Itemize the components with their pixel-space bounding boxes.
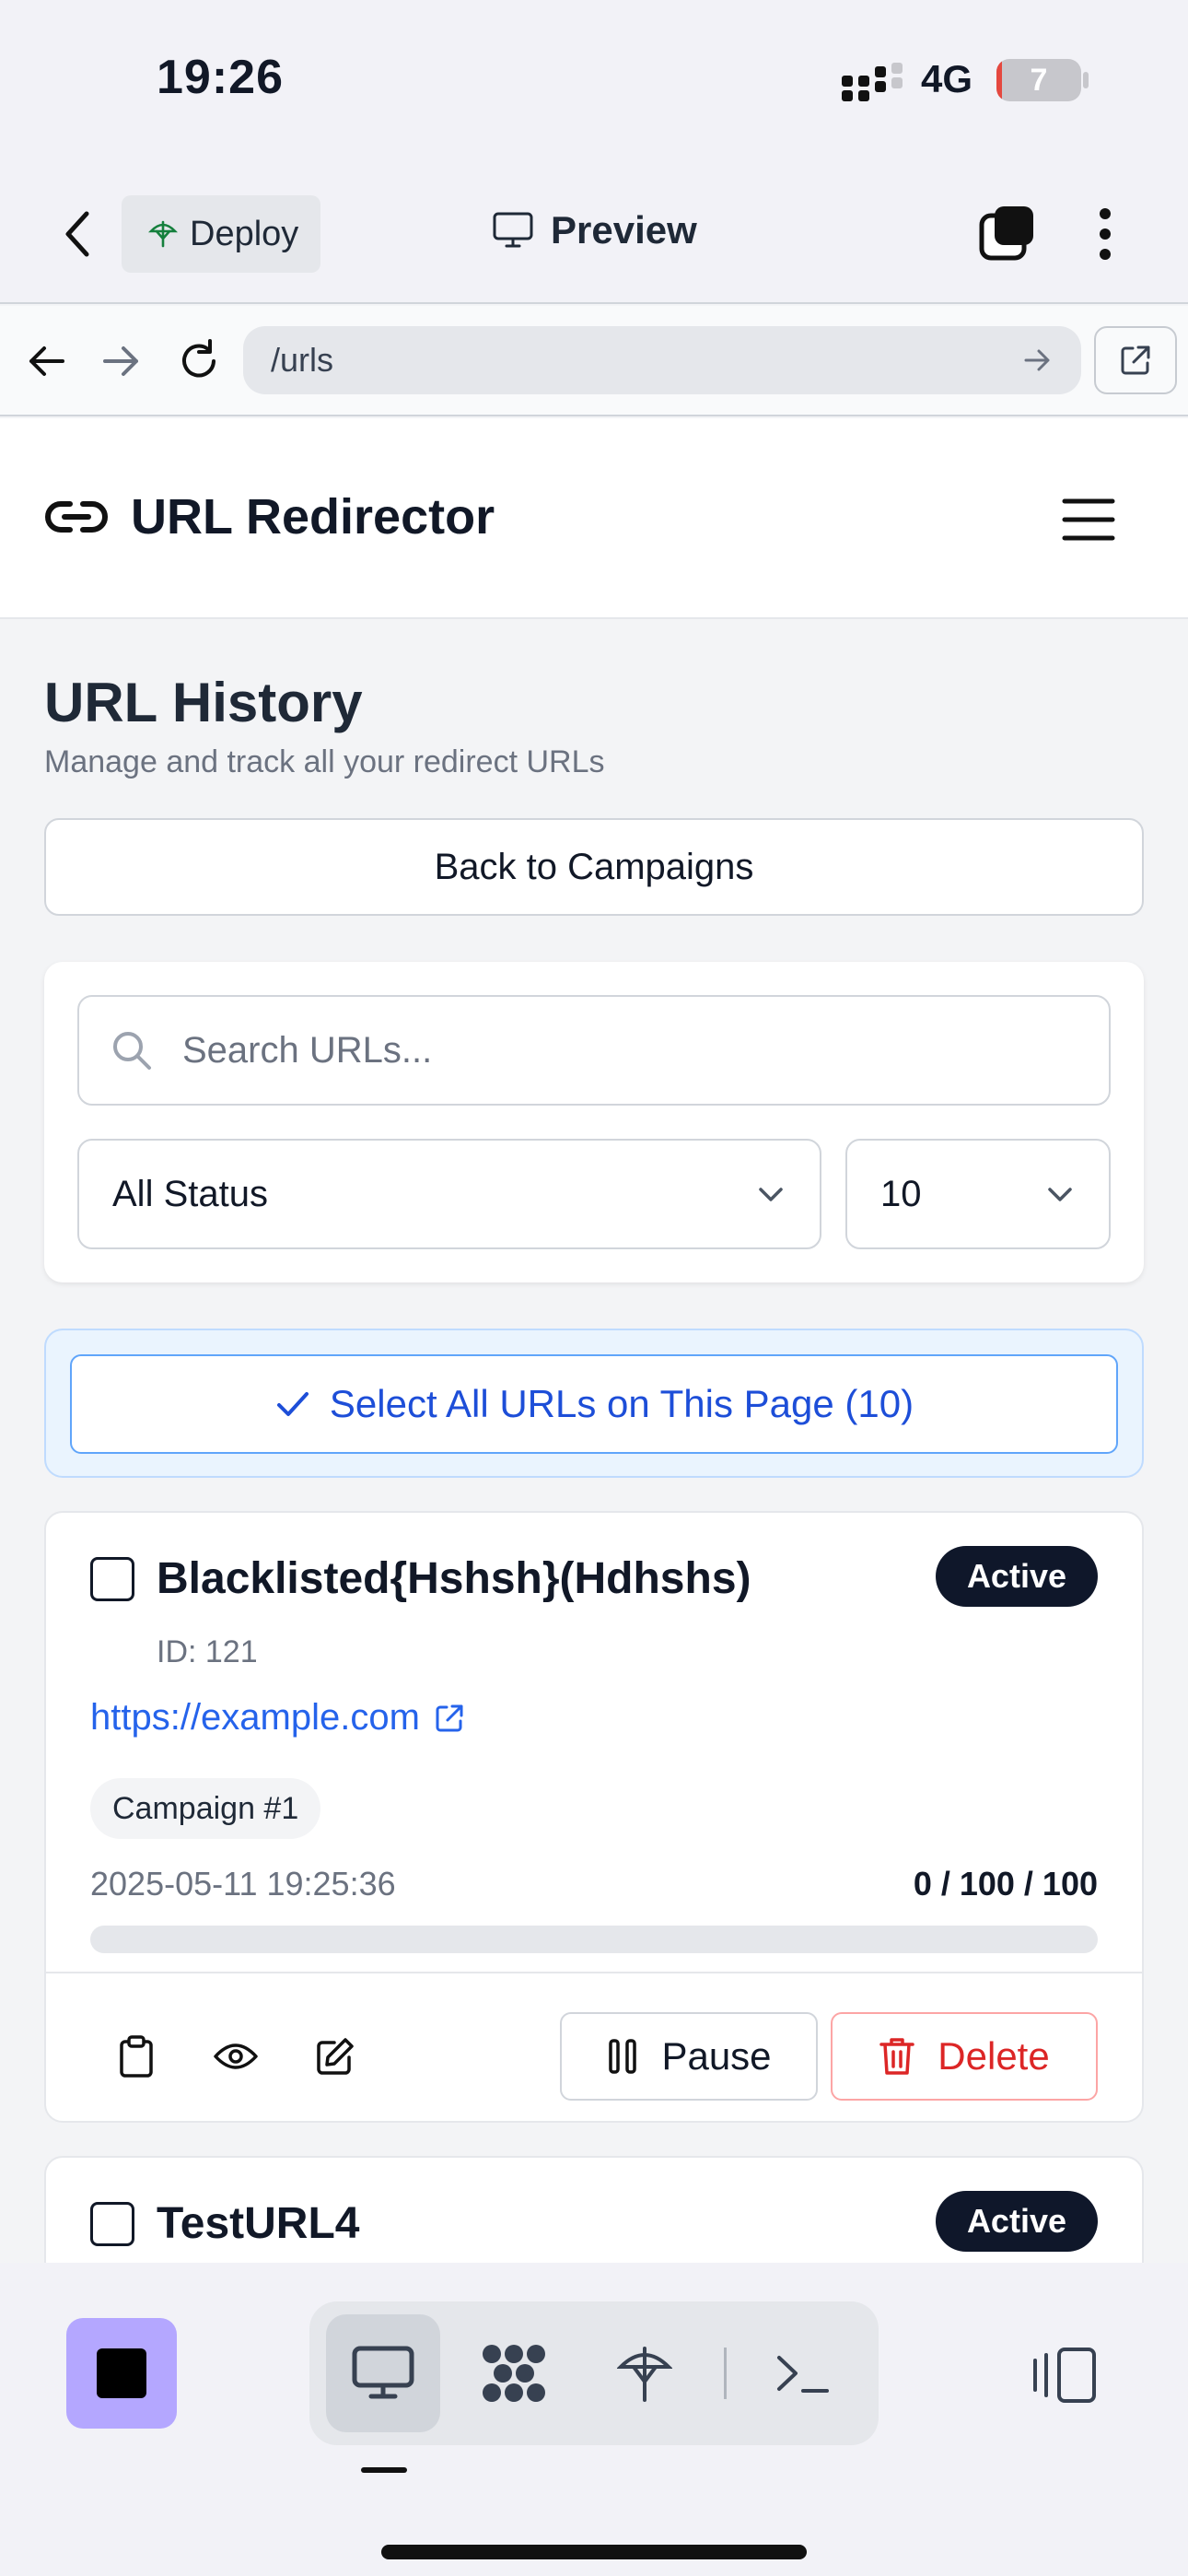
preview-title: Preview: [492, 208, 697, 252]
page-title: URL History: [44, 672, 363, 733]
search-placeholder: Search URLs...: [182, 1029, 433, 1071]
brand-name: URL Redirector: [131, 489, 495, 544]
view-button[interactable]: [208, 2029, 263, 2084]
stop-button[interactable]: [66, 2318, 177, 2429]
page-subtitle: Manage and track all your redirect URLs: [44, 744, 605, 779]
deploy-tab[interactable]: [588, 2314, 702, 2432]
preview-label: Preview: [551, 208, 697, 252]
search-icon: [113, 1032, 151, 1070]
clipboard-icon: [120, 2035, 153, 2078]
pause-button[interactable]: Pause: [560, 2012, 818, 2101]
home-indicator: [381, 2545, 807, 2559]
deploy-button[interactable]: Deploy: [122, 195, 320, 273]
chevron-down-icon: [1048, 1188, 1072, 1201]
terminal-icon: [777, 2356, 829, 2393]
link-icon: [45, 501, 108, 533]
deploy-icon: [617, 2347, 672, 2402]
chevron-down-icon: [759, 1188, 783, 1201]
url-id: ID: 121: [157, 1634, 258, 1669]
pause-icon: [609, 2039, 637, 2074]
battery-cap: [1083, 72, 1089, 88]
card-divider: [46, 1972, 1142, 1973]
tabs-icon[interactable]: [978, 205, 1037, 263]
url-card: Blacklisted{Hshsh}(Hdhshs) Active ID: 12…: [44, 1511, 1144, 2123]
terminal-tab[interactable]: [746, 2314, 860, 2432]
deploy-label: Deploy: [190, 214, 299, 253]
edit-icon: [317, 2038, 354, 2075]
filter-card: Search URLs... All Status 10: [44, 962, 1144, 1282]
brand[interactable]: URL Redirector: [44, 488, 495, 545]
battery-percent: 7: [1030, 62, 1048, 98]
back-chevron-icon[interactable]: [57, 206, 98, 262]
battery-icon: 7: [996, 59, 1081, 101]
monitor-icon: [352, 2346, 414, 2399]
arrow-left-icon[interactable]: [18, 334, 74, 389]
go-arrow-icon[interactable]: [1020, 344, 1054, 377]
eye-icon: [214, 2043, 258, 2069]
desktop-view-tab[interactable]: [326, 2314, 440, 2432]
created-date: 2025-05-11 19:25:36: [90, 1865, 396, 1903]
delete-label: Delete: [938, 2034, 1050, 2078]
bottom-toolbar: [0, 2263, 1188, 2576]
status-select[interactable]: All Status: [77, 1139, 821, 1249]
trash-icon: [879, 2038, 915, 2075]
check-icon: [276, 1392, 309, 1416]
url-checkbox[interactable]: [90, 1557, 134, 1601]
monitor-icon: [493, 212, 533, 248]
copy-button[interactable]: [109, 2029, 164, 2084]
click-counts: 0 / 100 / 100: [913, 1865, 1098, 1903]
status-bar: 19:26 4G 7: [0, 0, 1188, 166]
apps-tab[interactable]: [457, 2314, 571, 2432]
status-badge: Active: [935, 2191, 1098, 2252]
page-size-value: 10: [880, 1173, 922, 1214]
url-name: TestURL4: [157, 2199, 360, 2248]
active-tab-indicator: [361, 2467, 407, 2473]
external-link-icon: [436, 1704, 463, 1731]
delete-button[interactable]: Delete: [831, 2012, 1098, 2101]
select-all-panel: Select All URLs on This Page (10): [44, 1329, 1144, 1478]
signal-icon: [842, 63, 903, 101]
view-switcher: [309, 2301, 879, 2445]
status-badge: Active: [935, 1546, 1098, 1607]
external-link-icon: [1121, 345, 1150, 375]
select-all-label: Select All URLs on This Page (10): [329, 1382, 914, 1425]
edit-button[interactable]: [308, 2029, 363, 2084]
menu-icon[interactable]: [1059, 496, 1118, 544]
deploy-icon: [148, 220, 178, 248]
blocks-icon: [483, 2345, 545, 2402]
url-path: /urls: [271, 341, 334, 379]
reload-icon[interactable]: [171, 334, 227, 389]
search-input[interactable]: Search URLs...: [77, 995, 1111, 1106]
status-select-value: All Status: [112, 1173, 268, 1214]
arrow-right-icon[interactable]: [94, 334, 149, 389]
network-label: 4G: [921, 57, 973, 100]
page-size-select[interactable]: 10: [845, 1139, 1111, 1249]
back-to-campaigns-button[interactable]: Back to Campaigns: [44, 818, 1144, 916]
status-time: 19:26: [157, 51, 284, 104]
browser-url-bar: /urls: [0, 306, 1188, 416]
url-name: Blacklisted{Hshsh}(Hdhshs): [157, 1554, 751, 1603]
stop-icon: [97, 2348, 146, 2398]
url-link-text: https://example.com: [90, 1697, 420, 1738]
site-header: URL Redirector: [0, 418, 1188, 619]
url-input[interactable]: /urls: [243, 326, 1081, 394]
url-checkbox[interactable]: [90, 2202, 134, 2246]
app-nav: Deploy Preview: [0, 166, 1188, 304]
pause-label: Pause: [661, 2034, 772, 2078]
separator: [724, 2348, 727, 2399]
campaign-chip: Campaign #1: [90, 1778, 321, 1839]
select-all-button[interactable]: Select All URLs on This Page (10): [70, 1354, 1118, 1454]
more-options-icon[interactable]: [1087, 205, 1124, 263]
progress-bar: [90, 1926, 1098, 1953]
side-panel-icon[interactable]: [1031, 2346, 1098, 2405]
url-link[interactable]: https://example.com: [90, 1697, 466, 1739]
open-external-button[interactable]: [1094, 326, 1177, 394]
